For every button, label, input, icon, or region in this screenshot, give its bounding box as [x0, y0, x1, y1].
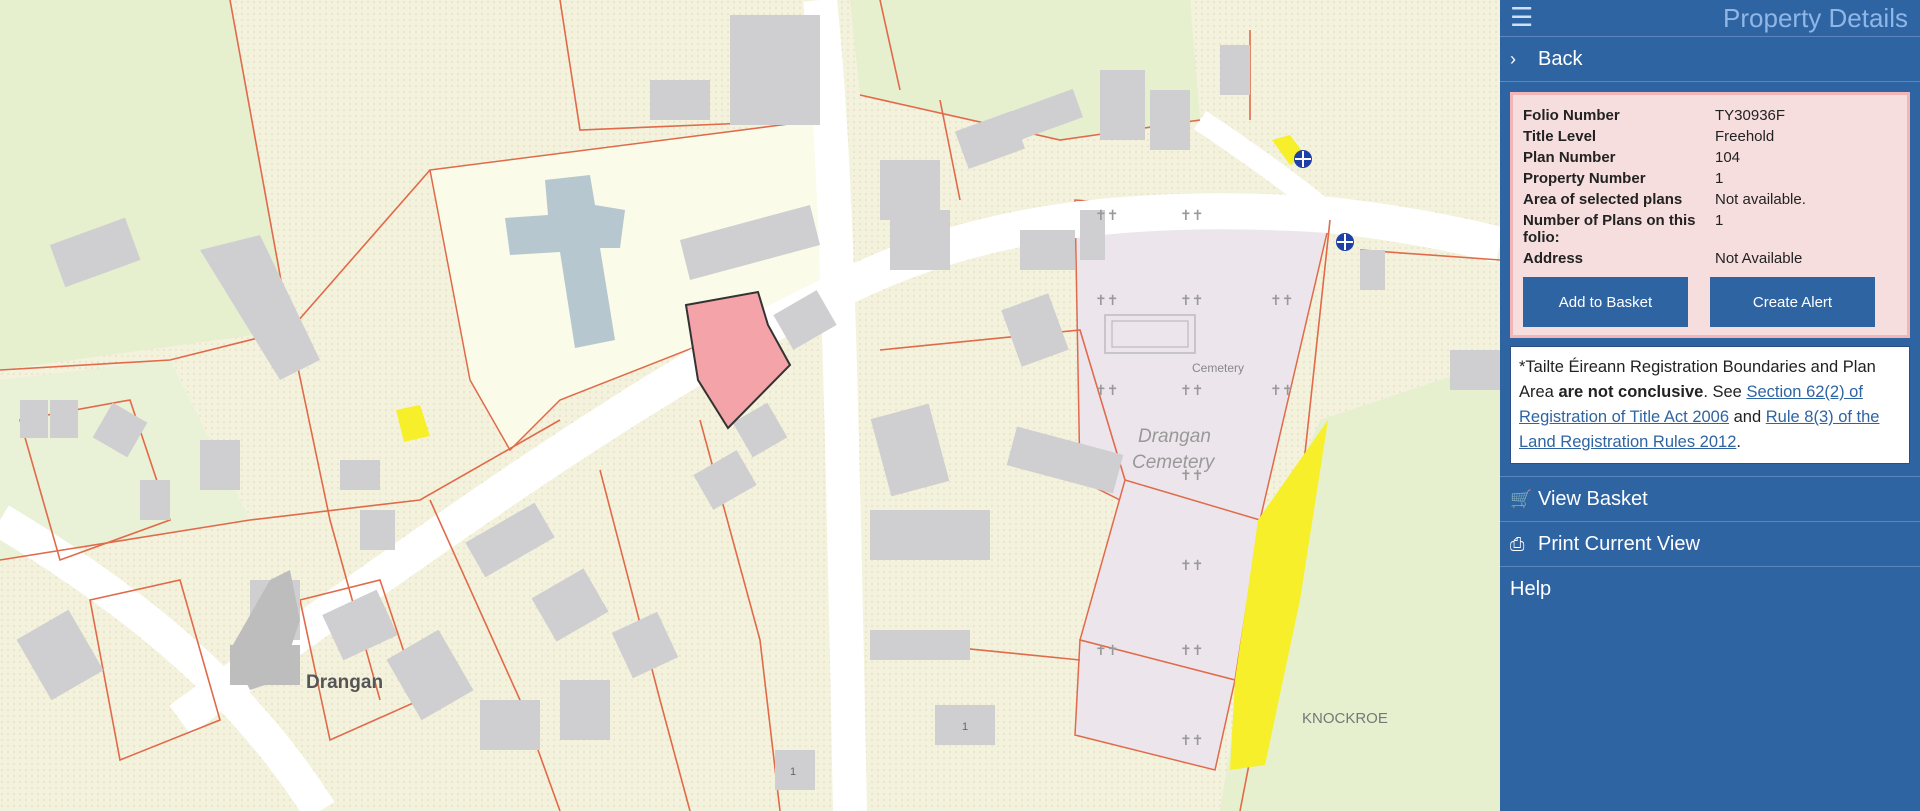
detail-value: 1	[1715, 170, 1724, 187]
print-view-button[interactable]: ⎙ Print Current View	[1500, 522, 1920, 567]
detail-value: TY30936F	[1715, 107, 1786, 124]
svg-text:✝✝: ✝✝	[1180, 557, 1203, 573]
svg-text:✝✝: ✝✝	[1270, 382, 1293, 398]
svg-text:✝✝: ✝✝	[1180, 382, 1203, 398]
svg-text:✝✝: ✝✝	[1180, 292, 1203, 308]
view-basket-label: View Basket	[1538, 487, 1648, 510]
cart-icon: 🛒	[1510, 488, 1533, 509]
svg-text:✝✝: ✝✝	[1095, 642, 1118, 658]
view-basket-button[interactable]: 🛒 View Basket	[1500, 477, 1920, 522]
detail-key: Number of Plans on this folio:	[1523, 212, 1696, 246]
detail-value: Not available.	[1715, 191, 1806, 208]
house-number-label: 1	[962, 721, 968, 733]
disclaimer-bold: are not conclusive	[1558, 383, 1704, 401]
detail-row: Area of selected plans Not available.	[1523, 189, 1806, 210]
hamburger-menu-icon[interactable]: ☰	[1510, 4, 1533, 30]
back-button[interactable]: › Back	[1500, 36, 1920, 82]
townland-label: KNOCKROE	[1302, 710, 1388, 727]
panel-title: Property Details	[1723, 3, 1908, 33]
detail-value: Freehold	[1715, 128, 1775, 145]
back-label: Back	[1538, 47, 1583, 70]
folio-details-box: Folio Number TY30936F Title Level Freehold…	[1510, 92, 1910, 338]
svg-text:✝✝: ✝✝	[1180, 642, 1203, 658]
cemetery-small-label: Cemetery	[1192, 361, 1244, 375]
detail-key: Address	[1523, 250, 1584, 267]
building-dark	[230, 645, 300, 685]
map-svg[interactable]: ✝✝✝✝ ✝✝✝✝✝✝ ✝✝✝✝✝✝ ✝✝ ✝✝✝✝ ✝✝✝✝ ✝✝ Drang…	[0, 0, 1500, 811]
help-button[interactable]: Help	[1500, 567, 1920, 611]
disclaimer-text: . See	[1703, 383, 1747, 401]
cemetery-label-line2: Cemetery	[1132, 452, 1216, 473]
svg-text:✝✝: ✝✝	[1095, 292, 1118, 308]
map-canvas[interactable]: ✝✝✝✝ ✝✝✝✝✝✝ ✝✝✝✝✝✝ ✝✝ ✝✝✝✝ ✝✝✝✝ ✝✝ Drang…	[0, 0, 1500, 811]
svg-text:✝✝: ✝✝	[1270, 292, 1293, 308]
detail-row: Title Level Freehold	[1523, 126, 1806, 147]
disclaimer-box: *Tailte Éireann Registration Boundaries …	[1510, 346, 1910, 464]
detail-key: Title Level	[1523, 128, 1597, 145]
detail-row: Property Number 1	[1523, 168, 1806, 189]
disclaimer-text: .	[1736, 433, 1741, 451]
printer-icon: ⎙	[1510, 533, 1525, 554]
detail-value: Not Available	[1715, 250, 1803, 267]
town-label: Drangan	[306, 672, 383, 693]
svg-text:✝✝: ✝✝	[1095, 207, 1118, 223]
house-number-label: 1	[790, 766, 796, 778]
detail-key: Area of selected plans	[1523, 191, 1683, 208]
detail-value: 1	[1715, 212, 1724, 229]
help-label: Help	[1510, 577, 1552, 600]
panel-header: ☰ Property Details	[1500, 0, 1920, 36]
svg-text:✝✝: ✝✝	[1180, 732, 1203, 748]
detail-key: Property Number	[1523, 170, 1646, 187]
detail-row: Address Not Available	[1523, 248, 1806, 269]
detail-row: Folio Number TY30936F	[1523, 105, 1806, 126]
detail-key: Plan Number	[1523, 149, 1616, 166]
property-details-panel: ☰ Property Details › Back Folio Number TY…	[1500, 0, 1920, 811]
svg-text:✝✝: ✝✝	[1095, 382, 1118, 398]
disclaimer-text: and	[1729, 408, 1766, 426]
details-actions: Add to Basket Create Alert	[1523, 277, 1901, 327]
survey-marker-icon[interactable]	[1294, 150, 1312, 168]
survey-marker-icon[interactable]	[1336, 233, 1354, 251]
folio-details-table: Folio Number TY30936F Title Level Freehold…	[1523, 105, 1806, 269]
detail-key: Folio Number	[1523, 107, 1620, 124]
detail-value: 104	[1715, 149, 1741, 166]
cemetery-label-line1: Drangan	[1138, 426, 1211, 447]
detail-row: Plan Number 104	[1523, 147, 1806, 168]
detail-row: Number of Plans on this folio: 1	[1523, 210, 1806, 248]
add-to-basket-button[interactable]: Add to Basket	[1523, 277, 1688, 327]
svg-text:✝✝: ✝✝	[1180, 207, 1203, 223]
create-alert-button[interactable]: Create Alert	[1710, 277, 1875, 327]
print-view-label: Print Current View	[1538, 532, 1700, 555]
chevron-right-icon: ›	[1510, 48, 1516, 69]
